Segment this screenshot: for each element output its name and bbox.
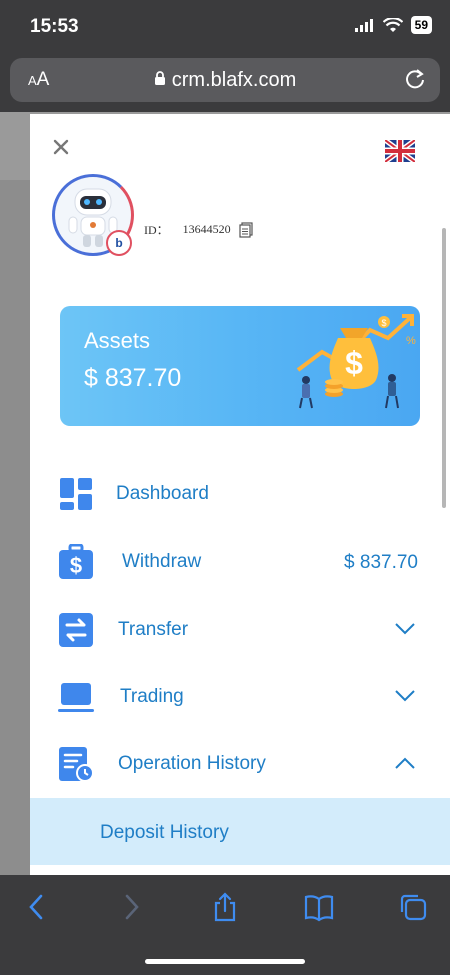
withdraw-wallet-icon: $ — [59, 544, 93, 579]
chevron-up-icon[interactable] — [394, 756, 416, 770]
chevron-down-icon[interactable] — [394, 622, 416, 636]
trading-laptop-icon — [58, 683, 94, 712]
status-time: 15:53 — [30, 16, 79, 37]
chevron-down-icon[interactable] — [394, 689, 416, 703]
address-bar[interactable]: AA crm.blafx.com — [10, 58, 440, 102]
wifi-icon — [382, 17, 403, 32]
menu-label-transfer: Transfer — [118, 619, 189, 640]
user-id-row: ID： 13644520 — [144, 221, 253, 238]
withdraw-amount: $ 837.70 — [344, 552, 418, 573]
url-text: crm.blafx.com — [171, 69, 297, 91]
svg-text:%: % — [406, 335, 416, 347]
user-id-label: ID： — [144, 223, 169, 237]
assets-card[interactable]: Assets $ 837.70 $ $ % — [60, 306, 420, 426]
uk-flag-icon[interactable] — [385, 140, 415, 162]
menu-item-dashboard[interactable]: Dashboard — [30, 464, 450, 524]
svg-text:$: $ — [70, 553, 82, 578]
phone-screen: 15:53 59 AA crm.blafx.com b ID： 13644520… — [0, 0, 450, 975]
menu-item-withdraw[interactable]: $ Withdraw $ 837.70 — [30, 532, 450, 592]
home-indicator[interactable] — [145, 959, 305, 964]
close-icon[interactable] — [50, 136, 72, 158]
menu-label-withdraw: Withdraw — [122, 551, 202, 572]
bookmarks-icon[interactable] — [304, 892, 334, 922]
assets-value: $ 837.70 — [84, 364, 182, 392]
forward-icon[interactable] — [116, 892, 146, 922]
url-display[interactable]: crm.blafx.com — [10, 69, 440, 92]
battery-indicator: 59 — [410, 16, 432, 34]
signal-icon — [354, 19, 373, 32]
menu-label-trading: Trading — [120, 686, 184, 707]
submenu-label-deposit-history: Deposit History — [100, 822, 229, 843]
svg-text:$: $ — [381, 318, 386, 328]
status-bar: 15:53 59 — [0, 0, 450, 52]
svg-text:$: $ — [345, 345, 363, 381]
scrollbar-thumb[interactable] — [442, 228, 446, 508]
lock-icon — [154, 71, 165, 85]
user-id-value: 13644520 — [182, 222, 231, 236]
menu-label-dashboard: Dashboard — [116, 483, 209, 504]
copy-icon[interactable] — [239, 221, 253, 238]
avatar-badge-icon: b — [106, 230, 132, 256]
share-icon[interactable] — [210, 892, 240, 922]
assets-label: Assets — [84, 328, 151, 353]
money-bag-illustration-icon: $ $ % — [296, 314, 416, 409]
transfer-icon — [59, 613, 93, 647]
submenu-item-deposit-history[interactable]: Deposit History — [30, 798, 450, 865]
menu-item-operation-history[interactable]: Operation History — [30, 734, 450, 794]
navigation-drawer: b ID： 13644520 Assets $ 837.70 $ $ % Das… — [30, 114, 450, 875]
tabs-icon[interactable] — [398, 892, 428, 922]
back-icon[interactable] — [22, 892, 52, 922]
menu-item-transfer[interactable]: Transfer — [30, 600, 450, 660]
reload-icon[interactable] — [404, 68, 426, 90]
status-icons: 59 — [354, 16, 432, 34]
menu-label-operation-history: Operation History — [118, 753, 266, 774]
dashboard-icon — [60, 478, 92, 510]
menu-item-trading[interactable]: Trading — [30, 667, 450, 727]
operation-history-icon — [59, 747, 94, 782]
